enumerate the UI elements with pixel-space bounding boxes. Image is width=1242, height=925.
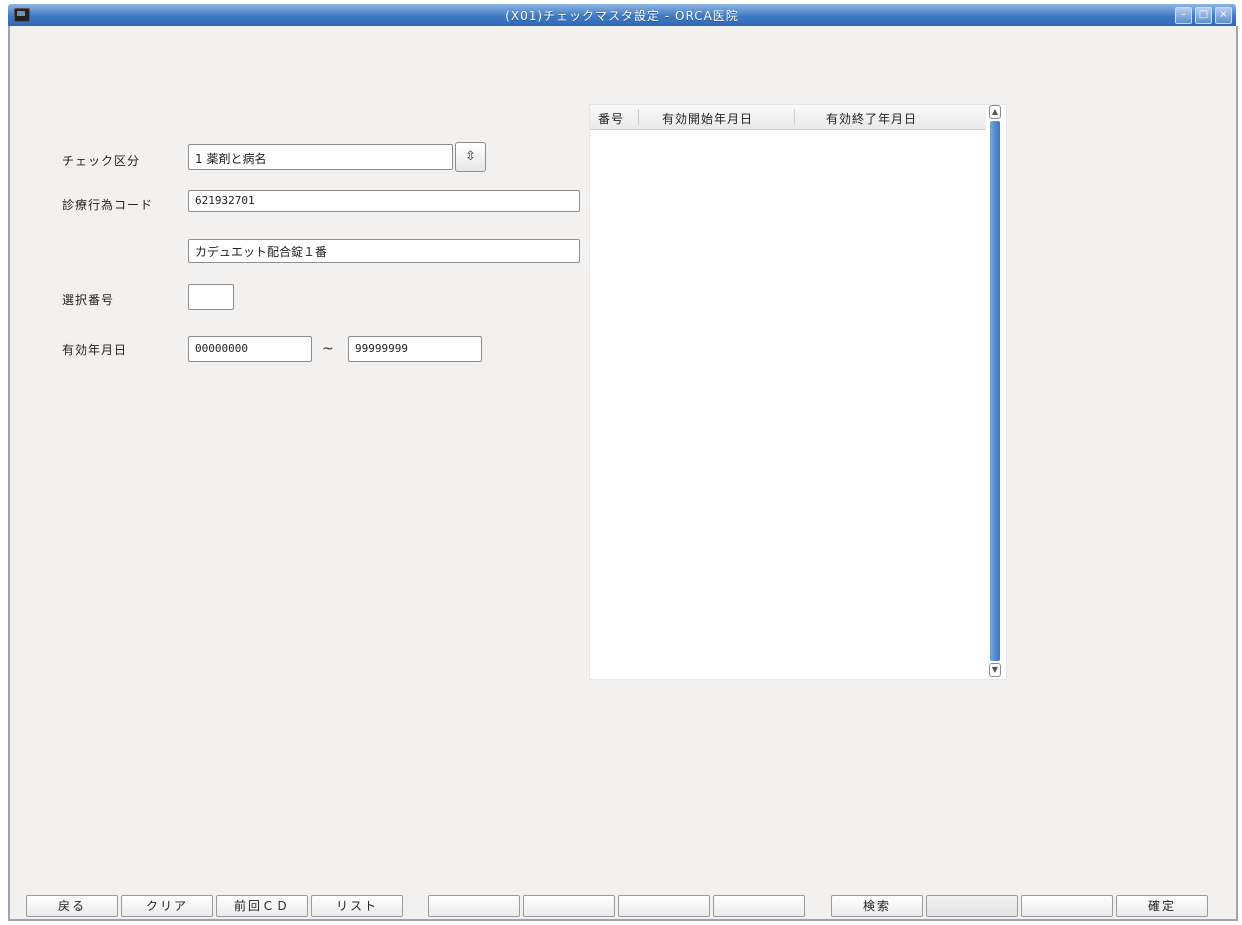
scroll-down-icon[interactable]: ▼ <box>989 663 1001 677</box>
close-icon[interactable]: × <box>1215 7 1232 24</box>
date-range-tilde: ~ <box>322 341 334 357</box>
sentaku-bango-label: 選択番号 <box>62 293 115 307</box>
main-window: チェック区分 診療行為コード 選択番号 有効年月日 1 薬剤と病名 ⇳ 6219… <box>8 26 1238 921</box>
f7-button[interactable] <box>618 895 710 917</box>
shinryo-code-label: 診療行為コード <box>62 198 154 212</box>
back-button[interactable]: 戻る <box>26 895 118 917</box>
f10-button[interactable] <box>926 895 1018 917</box>
check-kubun-label: チェック区分 <box>62 154 141 168</box>
check-list-panel[interactable]: 番号 有効開始年月日 有効終了年月日 ▲ ▼ <box>589 104 1007 680</box>
yuko-start-input[interactable]: 00000000 <box>188 336 312 362</box>
column-divider[interactable] <box>638 109 639 125</box>
list-header: 番号 有効開始年月日 有効終了年月日 <box>590 105 986 130</box>
check-kubun-spinner-icon[interactable]: ⇳ <box>455 142 486 172</box>
previous-cd-button[interactable]: 前回ＣＤ <box>216 895 308 917</box>
f11-button[interactable] <box>1021 895 1113 917</box>
window-title: (X01)チェックマスタ設定 - ORCA医院 <box>505 9 739 23</box>
column-divider[interactable] <box>794 109 795 125</box>
minimize-icon[interactable]: – <box>1175 7 1192 24</box>
shinryo-name-input[interactable]: カデュエット配合錠１番 <box>188 239 580 263</box>
f5-button[interactable] <box>428 895 520 917</box>
yuko-date-label: 有効年月日 <box>62 343 128 357</box>
search-button[interactable]: 検索 <box>831 895 923 917</box>
column-header-end-date[interactable]: 有効終了年月日 <box>826 110 917 127</box>
scrollbar-thumb[interactable] <box>990 121 1000 661</box>
column-header-start-date[interactable]: 有効開始年月日 <box>662 110 753 127</box>
maximize-icon[interactable]: □ <box>1195 7 1212 24</box>
list-scrollbar[interactable]: ▲ ▼ <box>987 105 1005 679</box>
confirm-button[interactable]: 確定 <box>1116 895 1208 917</box>
shinryo-code-input[interactable]: 621932701 <box>188 190 580 212</box>
check-kubun-select[interactable]: 1 薬剤と病名 <box>188 144 453 170</box>
f6-button[interactable] <box>523 895 615 917</box>
title-bar: (X01)チェックマスタ設定 - ORCA医院 – □ × <box>8 4 1236 26</box>
sentaku-bango-input[interactable] <box>188 284 234 310</box>
scroll-up-icon[interactable]: ▲ <box>989 105 1001 119</box>
function-key-bar: 戻る クリア 前回ＣＤ リスト 検索 確定 <box>10 895 1236 917</box>
window-controls: – □ × <box>1175 7 1232 24</box>
f8-button[interactable] <box>713 895 805 917</box>
clear-button[interactable]: クリア <box>121 895 213 917</box>
column-header-bango[interactable]: 番号 <box>598 110 624 127</box>
list-button[interactable]: リスト <box>311 895 403 917</box>
yuko-end-input[interactable]: 99999999 <box>348 336 482 362</box>
